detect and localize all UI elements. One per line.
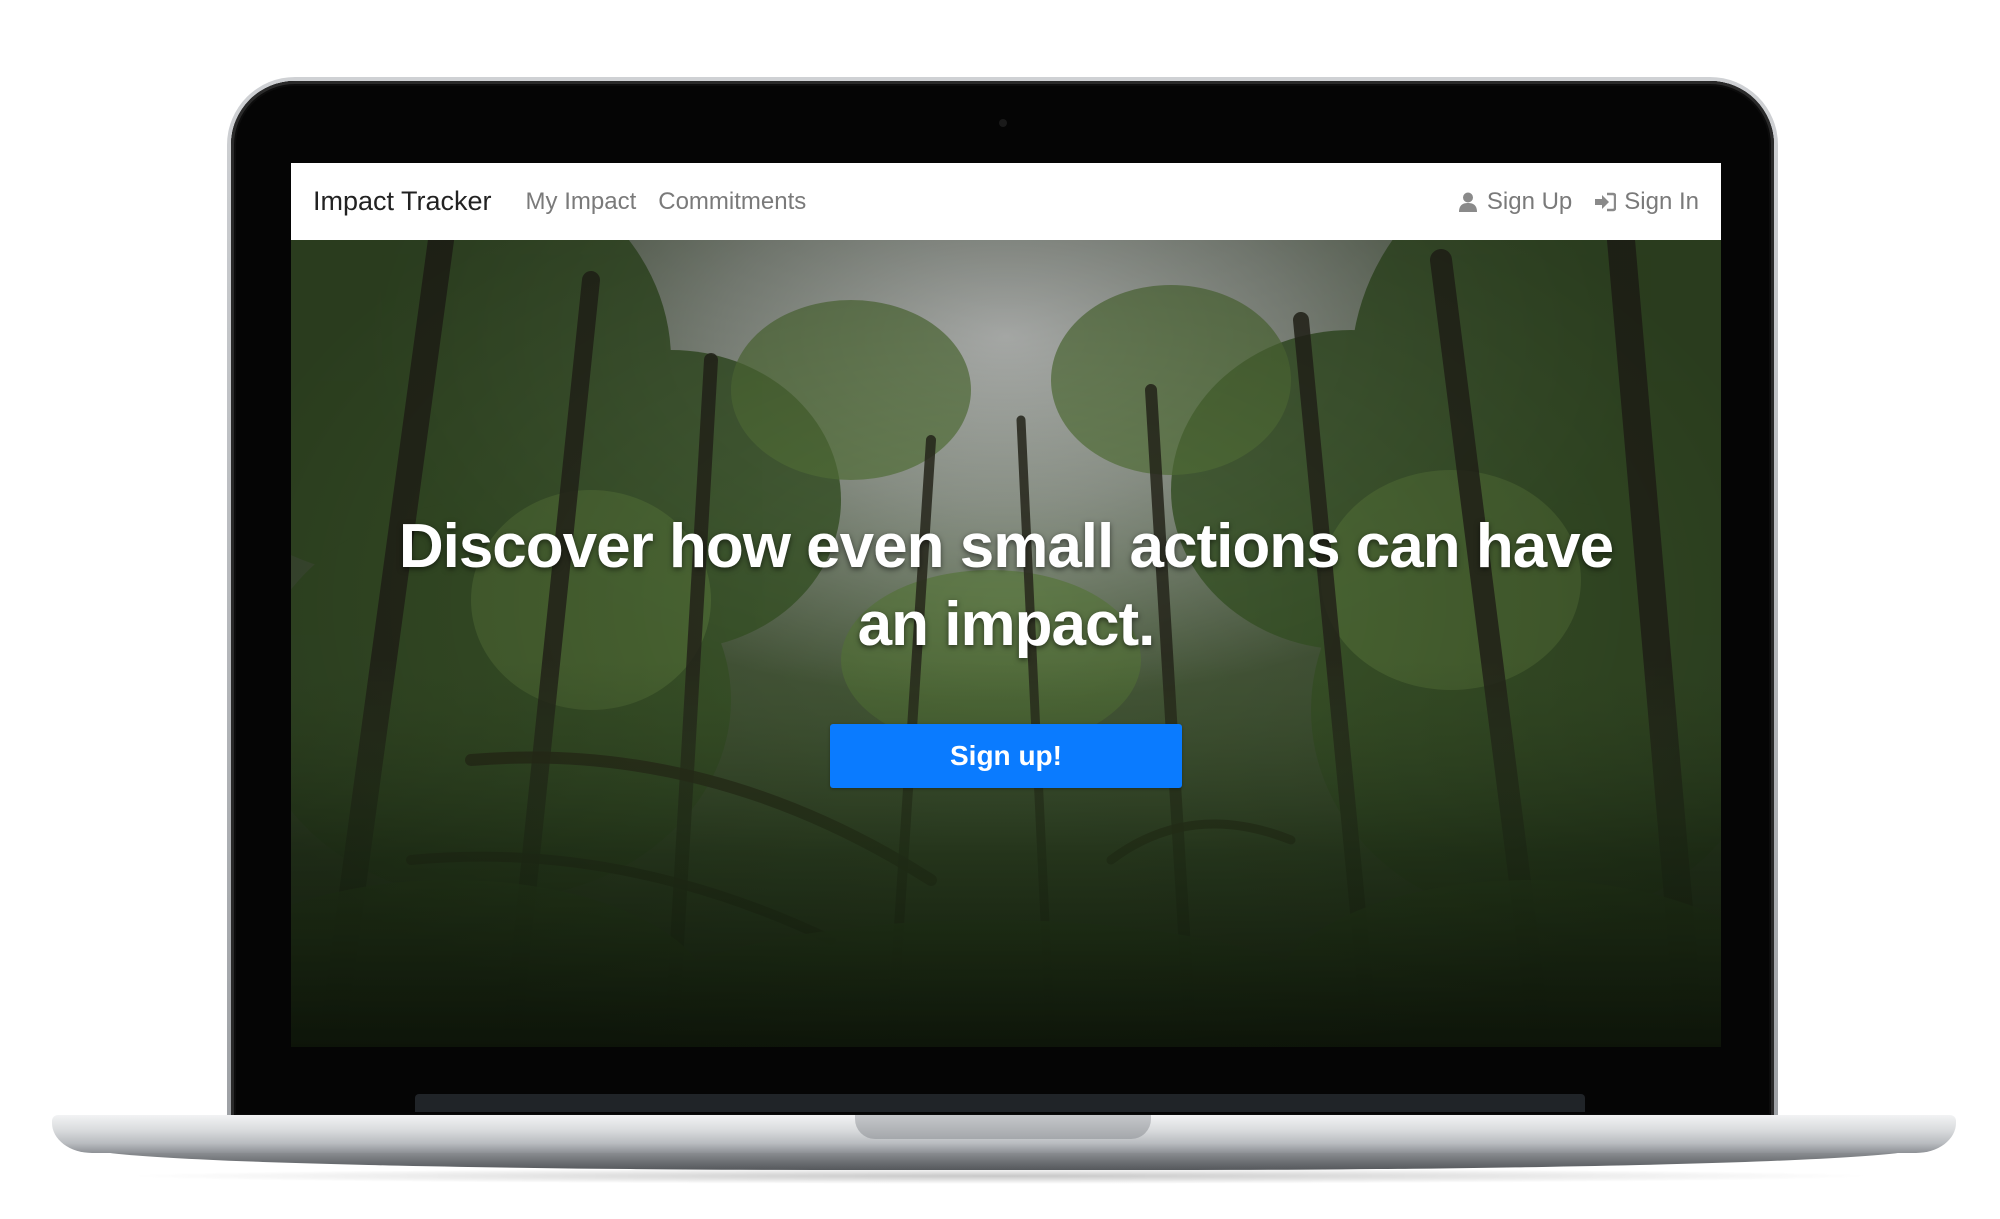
hero-section: Discover how even small actions can have… xyxy=(291,240,1721,1047)
sign-in-icon xyxy=(1594,191,1617,213)
sign-up-button[interactable]: Sign up! xyxy=(830,724,1182,788)
laptop-screen: Impact Tracker My Impact Commitments Sig… xyxy=(291,163,1721,1047)
sign-in-label: Sign In xyxy=(1624,187,1699,215)
sign-up-label: Sign Up xyxy=(1486,187,1573,215)
top-navbar: Impact Tracker My Impact Commitments Sig… xyxy=(291,163,1721,240)
laptop-opening-notch xyxy=(855,1115,1151,1139)
laptop-hinge xyxy=(415,1094,1585,1112)
sign-up-link[interactable]: Sign Up xyxy=(1457,188,1572,216)
hero-headline: Discover how even small actions can have… xyxy=(398,512,1614,659)
nav-link-commitments[interactable]: Commitments xyxy=(658,188,806,216)
camera-icon xyxy=(999,119,1007,127)
page: Impact Tracker My Impact Commitments Sig… xyxy=(0,0,2000,1219)
brand-link[interactable]: Impact Tracker xyxy=(313,186,492,217)
navbar-right: Sign Up Sign In xyxy=(1457,188,1699,216)
nav-link-my-impact[interactable]: My Impact xyxy=(526,188,637,216)
user-icon xyxy=(1457,191,1479,213)
sign-in-link[interactable]: Sign In xyxy=(1594,188,1699,216)
laptop-shadow xyxy=(120,1168,1880,1184)
